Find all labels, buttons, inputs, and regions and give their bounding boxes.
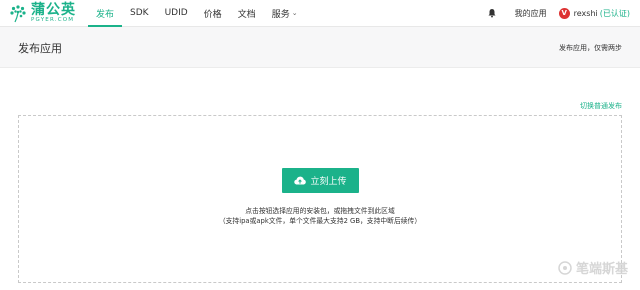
top-navbar: 蒲公英 PGYER.COM 发布 SDK UDID 价格 文档 服务 ⌄ 我的应…	[0, 0, 640, 27]
username[interactable]: rexshi	[574, 9, 598, 18]
upload-dropzone[interactable]	[18, 115, 622, 283]
nav-item-label: SDK	[130, 8, 149, 18]
my-apps-link[interactable]: 我的应用	[515, 8, 547, 19]
nav-item-udid[interactable]: UDID	[157, 0, 196, 26]
dandelion-logo-icon	[10, 5, 26, 23]
nav-item-label: UDID	[164, 8, 188, 18]
page-header: 发布应用 发布应用，仅需两步	[0, 27, 640, 68]
upload-now-button[interactable]: 立刻上传	[282, 168, 359, 193]
brand-logo[interactable]: 蒲公英 PGYER.COM	[8, 2, 78, 24]
verified-badge: (已认证)	[599, 8, 630, 18]
watermark-text: 笔端斯基	[575, 262, 628, 277]
nav-item-sdk[interactable]: SDK	[122, 0, 157, 26]
upload-limits-hint: （支持ipa或apk文件，单个文件最大支持2 GB，支持中断后续传）	[218, 217, 422, 225]
nav-item-label: 文档	[237, 9, 256, 20]
chevron-down-icon: ⌄	[291, 9, 298, 17]
avatar[interactable]: V	[558, 7, 570, 19]
upload-button-label: 立刻上传	[310, 177, 347, 187]
watermark: 笔端斯基	[558, 258, 628, 277]
nav-item-publish[interactable]: 发布	[88, 0, 123, 27]
brand-domain: PGYER.COM	[31, 16, 75, 23]
upload-hint: 点击按钮选择应用的安装包，或拖拽文件到此区域	[245, 207, 395, 215]
bell-icon[interactable]	[487, 8, 497, 18]
nav-item-services[interactable]: 服务 ⌄	[264, 0, 306, 26]
main-nav: 发布 SDK UDID 价格 文档 服务 ⌄	[88, 0, 306, 27]
brand-name: 蒲公英	[31, 1, 76, 18]
nav-item-label: 服务	[271, 9, 290, 20]
switch-normal-publish-link[interactable]: 切换普通发布	[580, 101, 622, 111]
cloud-upload-icon	[294, 176, 307, 185]
nav-item-label: 价格	[203, 9, 222, 20]
nav-item-docs[interactable]: 文档	[230, 0, 264, 26]
user-area: 我的应用 V rexshi (已认证)	[487, 0, 630, 26]
page-hint: 发布应用，仅需两步	[559, 44, 622, 52]
page-title: 发布应用	[18, 42, 62, 55]
nav-item-pricing[interactable]: 价格	[196, 0, 230, 26]
watermark-logo-icon	[558, 260, 572, 275]
nav-item-label: 发布	[96, 9, 115, 20]
